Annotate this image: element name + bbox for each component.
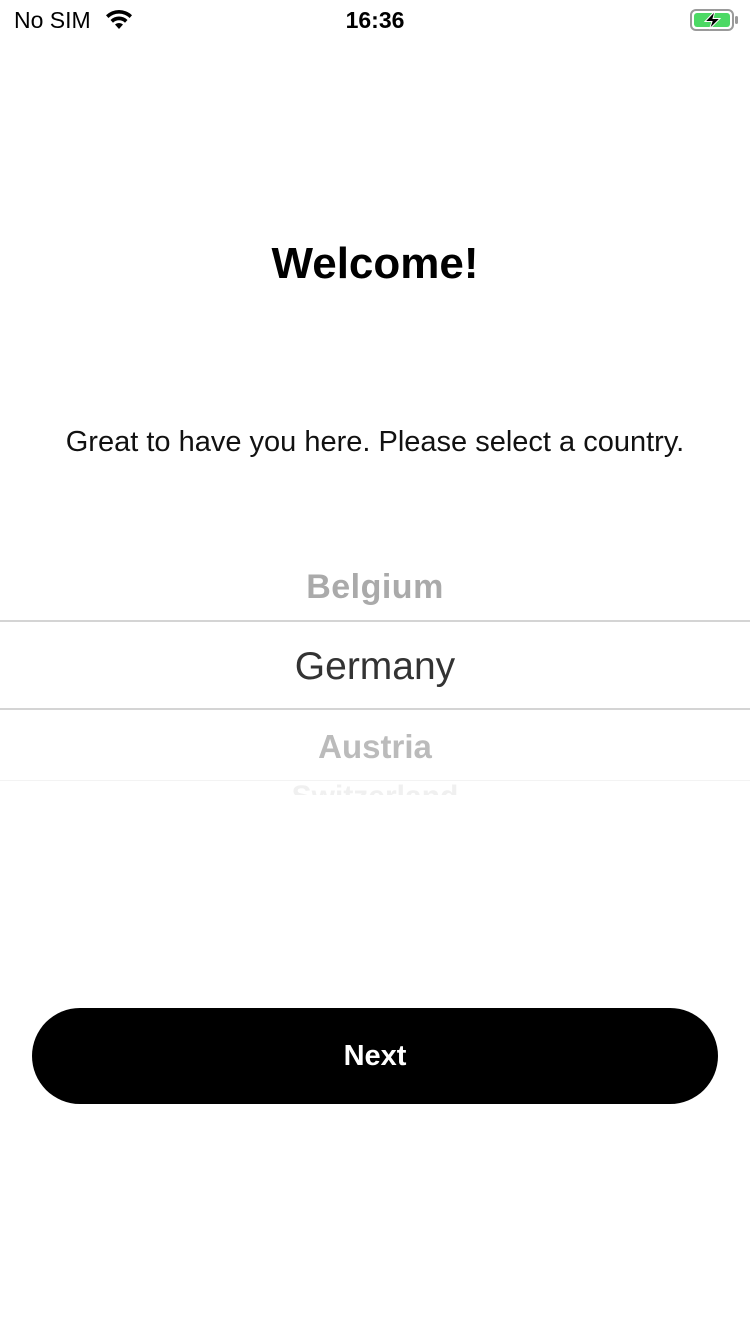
page-title: Welcome! <box>271 239 479 288</box>
picker-selection-bottom-divider <box>0 708 750 710</box>
picker-option-switzerland[interactable]: Switzerland <box>0 777 750 795</box>
country-picker[interactable]: Belgium Germany Austria Switzerland <box>0 555 750 795</box>
clock: 16:36 <box>345 7 405 33</box>
picker-option-germany-selected[interactable]: Germany <box>0 643 750 691</box>
status-bar: No SIM 16:36 <box>0 0 750 40</box>
picker-option-belgium[interactable]: Belgium <box>0 563 750 611</box>
next-button[interactable]: Next <box>32 1008 718 1104</box>
picker-selection-top-divider <box>0 620 750 622</box>
battery-charging-icon <box>690 9 738 31</box>
picker-option-austria[interactable]: Austria <box>0 723 750 771</box>
welcome-subtitle: Great to have you here. Please select a … <box>65 426 685 458</box>
